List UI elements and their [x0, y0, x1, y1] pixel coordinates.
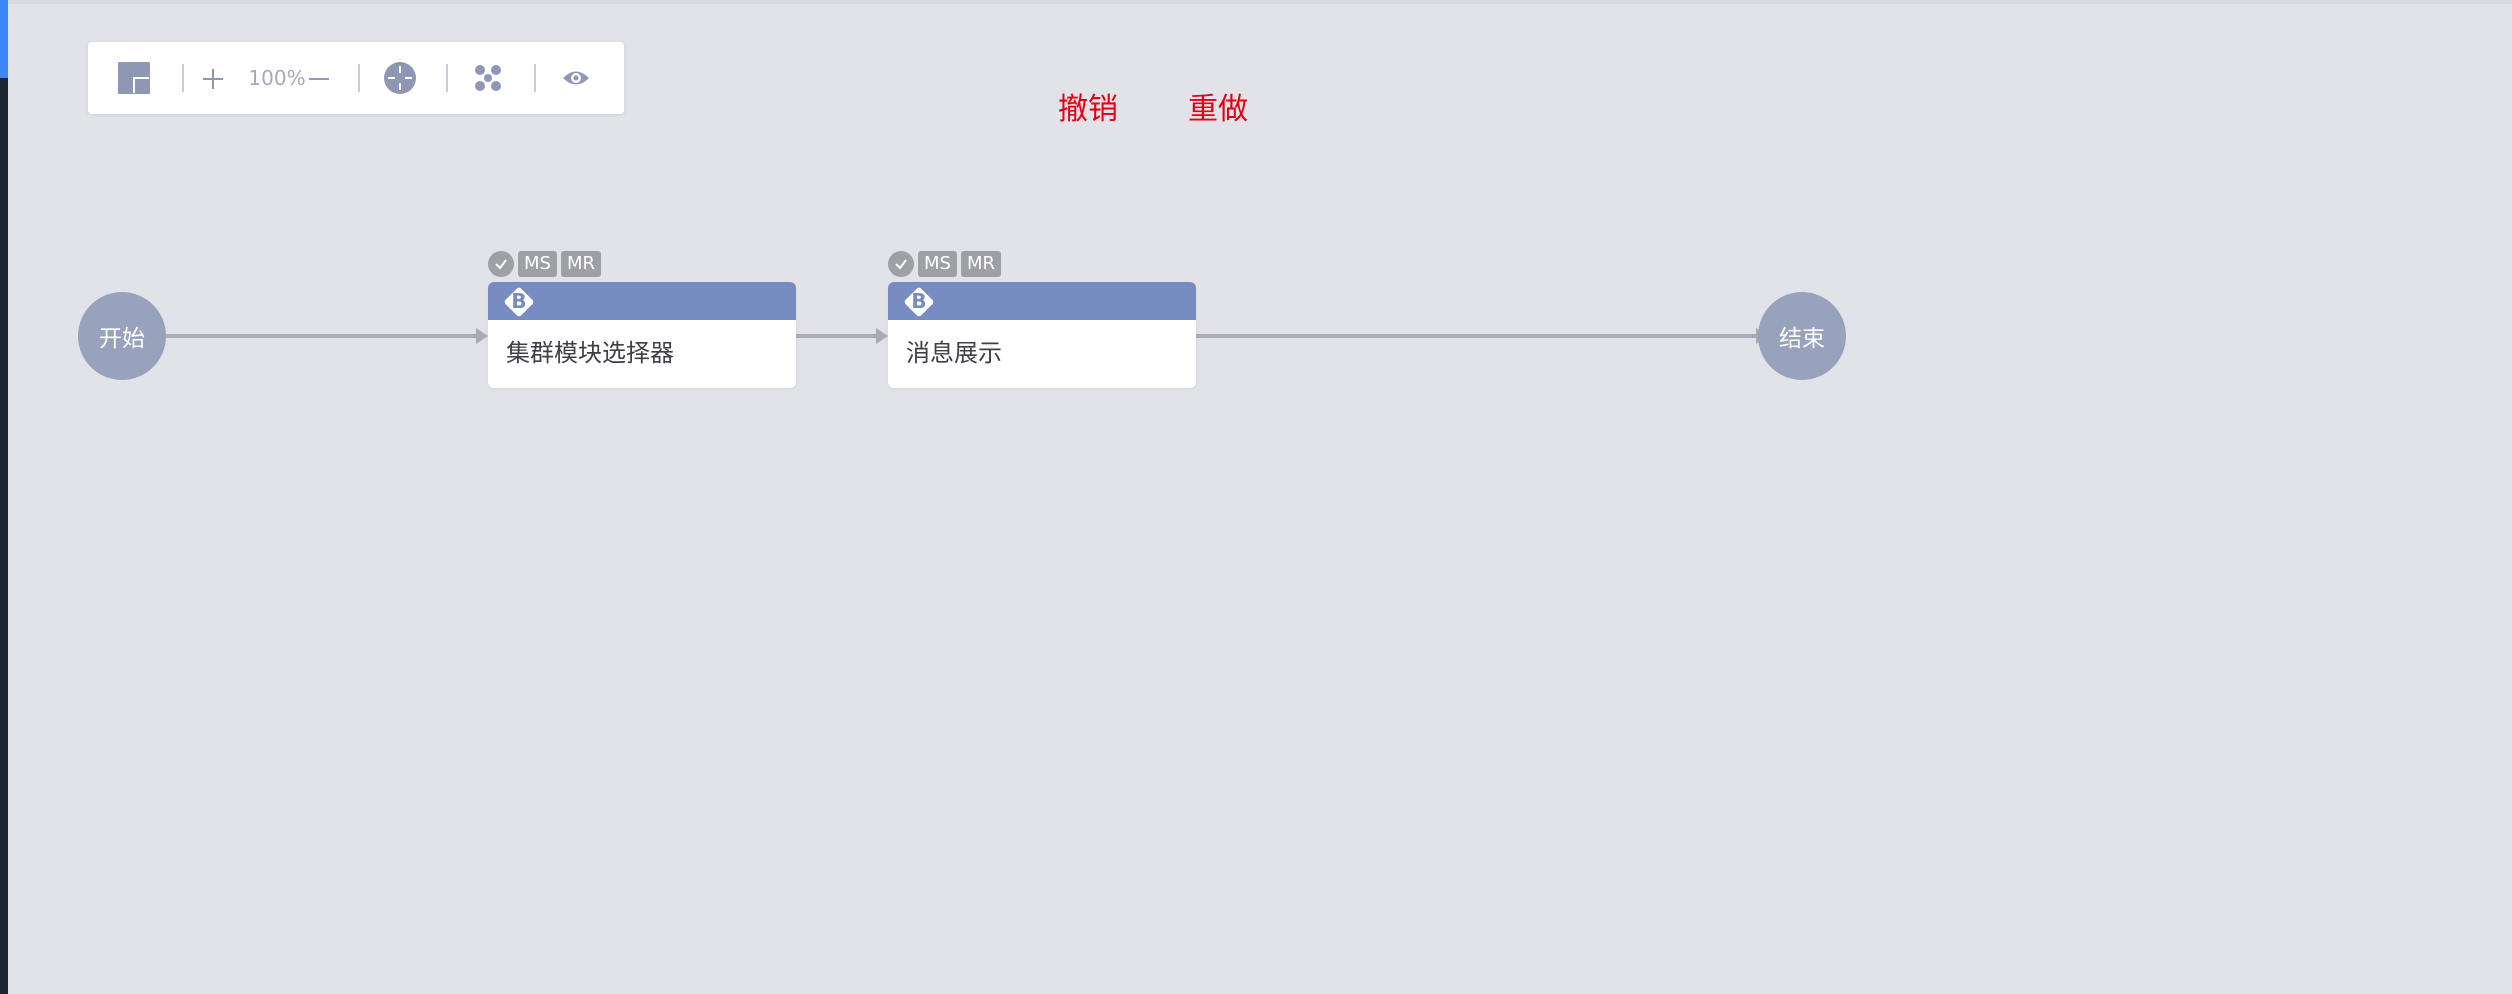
fit-view-icon[interactable]	[472, 62, 504, 94]
node-label: 集群模块选择器	[506, 339, 674, 367]
node-header: B	[488, 282, 796, 320]
top-edge-shadow	[8, 0, 2512, 4]
toolbar-divider	[446, 64, 448, 92]
tag-ms: MS	[918, 251, 957, 277]
left-sidebar-edge	[0, 0, 8, 994]
zoom-level-readout: 100%	[248, 66, 306, 90]
end-node[interactable]: 结束	[1758, 292, 1846, 380]
edge-start-to-node1	[166, 334, 482, 338]
start-node-label: 开始	[99, 326, 145, 352]
preview-eye-icon[interactable]	[560, 66, 592, 90]
edge-node2-to-end	[1196, 334, 1762, 338]
node-label: 消息展示	[906, 339, 1002, 367]
zoom-in-icon[interactable]	[200, 66, 226, 92]
tag-ms: MS	[518, 251, 557, 277]
node-status-tags: MS MR	[488, 250, 602, 278]
flow-node-message-display[interactable]: B 消息展示	[888, 282, 1196, 388]
edge-arrowhead	[476, 328, 488, 344]
end-node-label: 结束	[1779, 326, 1825, 352]
tag-mr: MR	[560, 251, 602, 277]
edge-node1-to-node2	[796, 334, 882, 338]
edge-arrowhead	[876, 328, 888, 344]
minimap-icon[interactable]	[116, 60, 152, 96]
zoom-out-icon[interactable]	[306, 66, 332, 92]
redo-button[interactable]: 重做	[1188, 90, 1248, 130]
start-node[interactable]: 开始	[78, 292, 166, 380]
toolbar-divider	[182, 64, 184, 92]
locate-center-icon[interactable]	[382, 60, 418, 96]
sidebar-active-indicator	[0, 0, 8, 78]
node-type-letter: B	[911, 289, 927, 313]
node-header: B	[888, 282, 1196, 320]
toolbar-divider	[358, 64, 360, 92]
tag-mr: MR	[960, 251, 1002, 277]
toolbar-divider	[534, 64, 536, 92]
node-type-letter: B	[511, 289, 527, 313]
undo-button[interactable]: 撤销	[1058, 90, 1118, 130]
flow-node-cluster-selector[interactable]: B 集群模块选择器	[488, 282, 796, 388]
check-icon	[488, 251, 514, 277]
check-icon	[888, 251, 914, 277]
node-status-tags: MS MR	[888, 250, 1002, 278]
canvas-toolbar: 100%	[88, 42, 624, 114]
